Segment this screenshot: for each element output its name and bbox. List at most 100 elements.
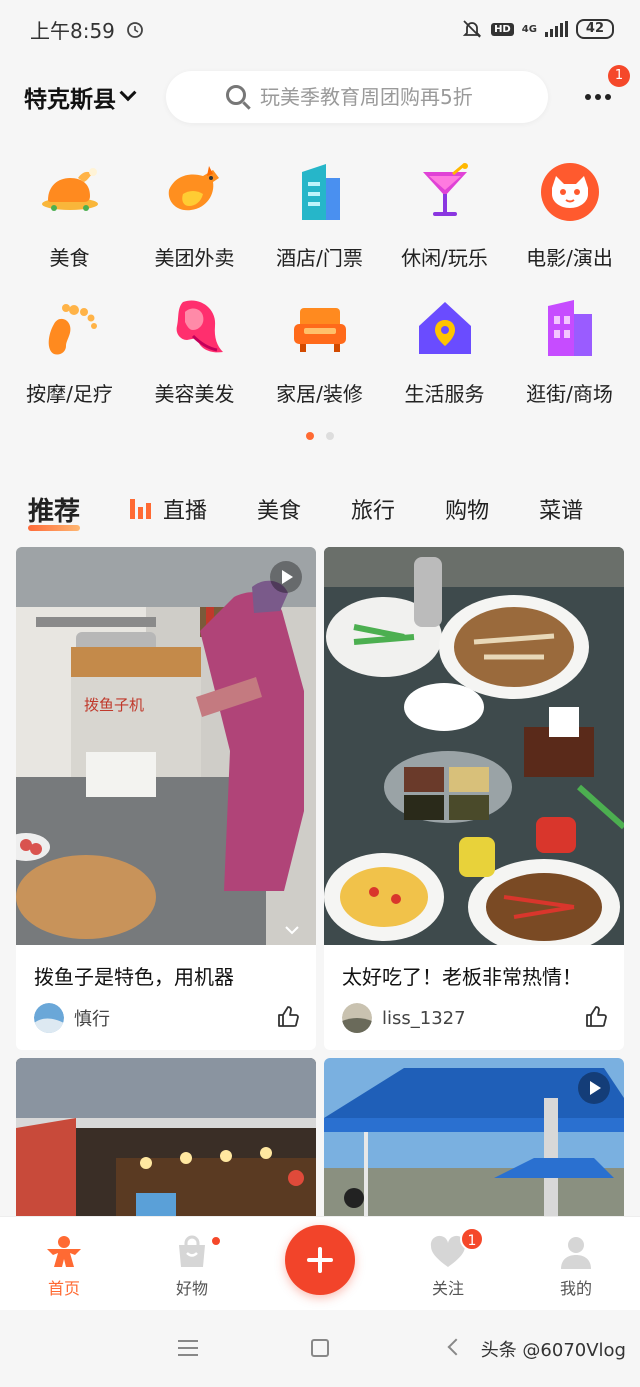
category-label: 美团外卖 — [154, 246, 235, 270]
feed-card[interactable]: 拨鱼子机 拨鱼子是特色，用机器 慎行 — [16, 547, 316, 1050]
search-icon — [226, 85, 246, 105]
foot-icon — [48, 304, 97, 355]
plus-icon[interactable] — [285, 1225, 355, 1295]
cocktail-icon — [422, 162, 468, 216]
nav-home[interactable]: 首页 — [0, 1217, 128, 1310]
tab-shopping[interactable]: 购物 — [445, 493, 489, 525]
play-icon — [578, 1072, 610, 1104]
feed-tabs: 推荐 直播 美食 旅行 购物 菜谱 — [0, 484, 640, 534]
card-author[interactable]: liss_1327 — [342, 1003, 466, 1033]
house-pin-icon — [418, 302, 471, 354]
chevron-down-icon — [119, 84, 137, 102]
category-label: 生活服务 — [404, 382, 485, 406]
dishes-photo-image — [324, 547, 624, 945]
machine-sign: 拨鱼子机 — [84, 696, 144, 714]
more-menu-button[interactable]: 1 — [578, 65, 630, 117]
pager-dot — [326, 432, 334, 440]
category-pager — [0, 432, 640, 440]
status-bar: 上午8:59 HD 4G 42 — [0, 0, 640, 58]
category-beauty[interactable]: 美容美发 — [132, 296, 257, 432]
thumbs-up-icon[interactable] — [584, 1005, 608, 1029]
home-square-icon[interactable] — [311, 1339, 329, 1357]
bar-interior-photo — [16, 1058, 316, 1216]
tab-live[interactable]: 直播 — [130, 493, 207, 525]
nav-label: 关注 — [431, 1279, 464, 1298]
category-grid: 美食 美团外卖 酒店/门票 休闲/玩乐 电影/演出 按摩/足疗 美容美发 家居/… — [0, 160, 640, 432]
author-name: 慎行 — [74, 1009, 110, 1030]
category-movie[interactable]: 电影/演出 — [507, 160, 632, 296]
nav-profile[interactable]: 我的 — [512, 1217, 640, 1310]
hair-profile-icon — [176, 300, 223, 353]
avatar — [342, 1003, 372, 1033]
shopping-bag-icon — [179, 1235, 205, 1267]
nav-label: 我的 — [559, 1279, 592, 1298]
category-food[interactable]: 美食 — [7, 160, 132, 296]
category-delivery[interactable]: 美团外卖 — [132, 160, 257, 296]
city-name: 特克斯县 — [24, 87, 116, 113]
status-time: 上午8:59 — [30, 18, 115, 43]
avatar — [34, 1003, 64, 1033]
category-label: 美容美发 — [154, 382, 235, 406]
category-label: 逛街/商场 — [526, 382, 613, 406]
nav-goods[interactable]: 好物 — [128, 1217, 256, 1310]
category-home[interactable]: 家居/装修 — [257, 296, 382, 432]
kitchen-photo-image: 拨鱼子机 — [16, 547, 316, 945]
kitchen-photo: 拨鱼子机 — [16, 547, 316, 945]
new-dot-badge — [210, 1235, 222, 1247]
category-label: 休闲/玩乐 — [401, 246, 488, 270]
back-arrow-icon[interactable] — [447, 1338, 465, 1356]
bottom-navigation: 首页 好物 1 关注 我的 — [0, 1216, 640, 1310]
card-title: 拨鱼子是特色，用机器 — [34, 965, 234, 989]
category-leisure[interactable]: 休闲/玩乐 — [382, 160, 507, 296]
feed-card[interactable] — [324, 1058, 624, 1216]
category-label: 按摩/足疗 — [26, 382, 113, 406]
category-label: 电影/演出 — [526, 246, 613, 270]
category-row: 按摩/足疗 美容美发 家居/装修 生活服务 逛街/商场 — [0, 296, 640, 432]
chevron-down-icon[interactable] — [284, 925, 300, 935]
pager-dot-active — [306, 432, 314, 440]
tab-recipes[interactable]: 菜谱 — [539, 493, 583, 525]
category-row: 美食 美团外卖 酒店/门票 休闲/玩乐 电影/演出 — [0, 160, 640, 296]
nav-publish[interactable] — [256, 1217, 384, 1310]
thumbs-up-icon[interactable] — [276, 1005, 300, 1029]
author-name: liss_1327 — [382, 1007, 466, 1029]
category-label: 酒店/门票 — [276, 246, 363, 270]
category-label: 美食 — [49, 246, 90, 270]
sofa-icon — [293, 308, 346, 352]
hd-badge: HD — [491, 22, 514, 36]
alarm-icon — [127, 22, 143, 38]
mall-building-icon — [547, 300, 592, 356]
feed-card[interactable]: 太好吃了！老板非常热情！ liss_1327 — [324, 547, 624, 1050]
live-bars-icon — [130, 499, 152, 519]
follow-count-badge: 1 — [460, 1227, 484, 1251]
network-type: 4G — [521, 23, 537, 35]
home-person-icon — [47, 1236, 81, 1267]
signal-icon — [544, 21, 568, 37]
more-dots-icon — [585, 94, 591, 100]
nav-follow[interactable]: 1 关注 — [384, 1217, 512, 1310]
system-navigation: 头条 @6070Vlog — [0, 1310, 640, 1387]
card-author[interactable]: 慎行 — [34, 1003, 110, 1033]
category-label: 家居/装修 — [276, 382, 363, 406]
play-icon — [270, 561, 302, 593]
category-hotel[interactable]: 酒店/门票 — [257, 160, 382, 296]
tab-travel[interactable]: 旅行 — [351, 493, 395, 525]
profile-icon — [561, 1237, 591, 1269]
nav-label: 好物 — [175, 1279, 208, 1298]
category-life-service[interactable]: 生活服务 — [382, 296, 507, 432]
feed-card[interactable] — [16, 1058, 316, 1216]
roast-chicken-icon — [41, 168, 98, 211]
tab-food[interactable]: 美食 — [257, 493, 301, 525]
search-input[interactable] — [260, 85, 548, 109]
nav-label: 首页 — [47, 1279, 80, 1298]
recents-icon[interactable] — [178, 1340, 198, 1356]
tab-recommend[interactable]: 推荐 — [28, 491, 81, 531]
cat-face-icon — [540, 163, 599, 221]
watermark: 头条 @6070Vlog — [480, 1340, 626, 1361]
city-selector[interactable]: 特克斯县 — [24, 80, 137, 114]
mute-bell-icon — [462, 20, 482, 38]
category-mall[interactable]: 逛街/商场 — [507, 296, 632, 432]
top-header: 特克斯县 1 — [0, 64, 640, 130]
category-massage[interactable]: 按摩/足疗 — [7, 296, 132, 432]
search-bar[interactable] — [166, 71, 548, 123]
